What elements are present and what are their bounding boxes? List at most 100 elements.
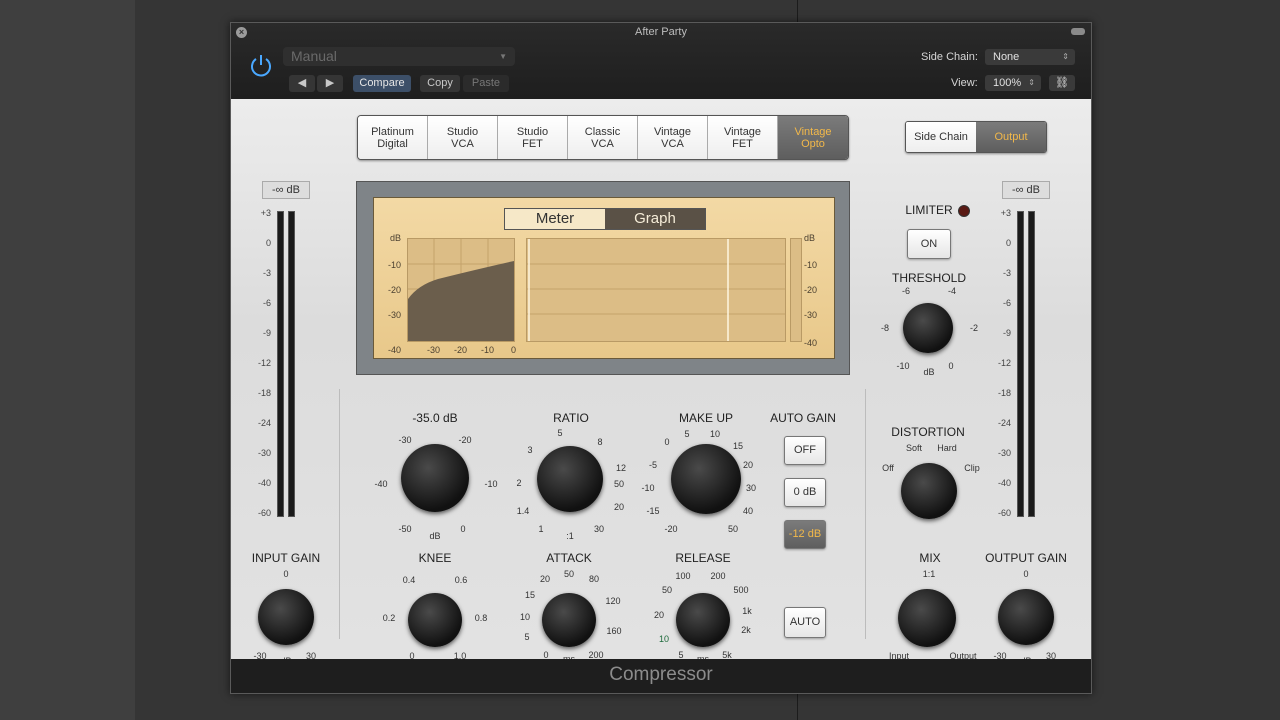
mode-label: Studio (516, 126, 549, 138)
compare-button[interactable]: Compare (353, 75, 411, 92)
output-meter-bar-right (1028, 211, 1035, 517)
gain-reduction-meter (790, 238, 802, 342)
side-chain-label: Side Chain: (921, 51, 978, 63)
copy-button[interactable]: Copy (420, 75, 460, 92)
side-chain-button[interactable]: Side Chain (906, 122, 976, 152)
axis-label: -40 (804, 338, 818, 348)
output-gain-knob[interactable] (998, 589, 1054, 645)
mode-studio-vca[interactable]: Studio VCA (428, 116, 498, 159)
output-gain-label: OUTPUT GAIN (985, 551, 1067, 565)
limiter-on-button[interactable]: ON (907, 229, 951, 259)
knob-tick: -15 (646, 506, 660, 516)
knob-tick: 0 (948, 361, 954, 371)
auto-release-button[interactable]: AUTO (784, 607, 826, 638)
mode-vintage-opto[interactable]: Vintage Opto (778, 116, 848, 159)
knob-tick: 8 (597, 437, 603, 447)
autogain-0db-button[interactable]: 0 dB (784, 478, 826, 507)
knob-tick: 1 (538, 524, 544, 534)
knob-tick: 10 (709, 429, 720, 439)
knob-tick: 100 (675, 571, 691, 581)
link-icon[interactable]: ⛓ (1049, 75, 1075, 91)
window-title: After Party (635, 26, 687, 38)
meter-scale-label: -9 (262, 328, 271, 338)
meter-scale-label: -12 (997, 358, 1011, 368)
attack-knob[interactable] (542, 593, 596, 647)
knob-tick: Hard (937, 443, 957, 453)
mode-platinum-digital[interactable]: Platinum Digital (358, 116, 428, 159)
mode-vintage-fet[interactable]: Vintage FET (708, 116, 778, 159)
axis-label: dB (390, 233, 402, 243)
limiter-led (958, 205, 970, 217)
stepper-icon: ⇕ (1062, 52, 1069, 61)
knob-tick: -20 (664, 524, 678, 534)
power-icon[interactable] (247, 51, 275, 79)
knob-tick: 500 (733, 585, 749, 595)
resize-icon[interactable] (1071, 28, 1085, 35)
mode-vintage-vca[interactable]: Vintage VCA (638, 116, 708, 159)
knob-tick: -40 (374, 479, 388, 489)
mix-knob[interactable] (898, 589, 956, 647)
axis-label: -20 (454, 345, 468, 355)
view-zoom-select[interactable]: 100% ⇕ (985, 75, 1041, 91)
knob-tick: 0.2 (382, 613, 396, 623)
meter-scale-label: -40 (997, 478, 1011, 488)
input-level-readout: -∞ dB (262, 181, 310, 199)
threshold-knob[interactable] (401, 444, 469, 512)
output-button[interactable]: Output (976, 122, 1046, 152)
preset-menu[interactable]: Manual ▼ (283, 47, 515, 66)
mode-label: FET (522, 138, 543, 150)
input-gain-knob[interactable] (258, 589, 314, 645)
meter-scale-label: -30 (257, 448, 271, 458)
paste-button[interactable]: Paste (463, 75, 509, 92)
knob-tick: Off (882, 463, 894, 473)
mode-label: VCA (451, 138, 474, 150)
side-chain-value: None (993, 51, 1020, 63)
knob-tick: 0.4 (402, 575, 416, 585)
limiter-threshold-label: THRESHOLD (891, 271, 966, 285)
knob-tick: 20 (653, 610, 664, 620)
knob-tick: dB (429, 531, 441, 541)
axis-label: -30 (388, 310, 402, 320)
knob-tick: 50 (613, 479, 624, 489)
meter-scale-label: -3 (1002, 268, 1011, 278)
side-chain-select[interactable]: None ⇕ (985, 49, 1075, 65)
knob-tick: 20 (613, 502, 624, 512)
input-meter-bar-left (277, 211, 284, 517)
preset-value: Manual (291, 48, 337, 64)
axis-label: -20 (388, 285, 402, 295)
meter-scale-label: -60 (997, 508, 1011, 518)
makeup-knob[interactable] (671, 444, 741, 514)
knob-tick: 50 (661, 585, 672, 595)
mode-label: Digital (377, 138, 408, 150)
knob-tick: 10 (658, 634, 669, 644)
ratio-knob[interactable] (537, 446, 603, 512)
limiter-threshold-knob[interactable] (903, 303, 953, 353)
meter-scale-label: -24 (257, 418, 271, 428)
knee-knob[interactable] (408, 593, 462, 647)
autogain-minus12db-button[interactable]: -12 dB (784, 520, 826, 549)
limiter-label: LIMITER (905, 203, 953, 217)
knob-tick: -2 (969, 323, 978, 333)
knob-tick: -5 (648, 460, 657, 470)
previous-preset-button[interactable]: ◀ (289, 75, 315, 92)
knob-tick: 0 (283, 569, 289, 579)
mode-classic-vca[interactable]: Classic VCA (568, 116, 638, 159)
attack-label: ATTACK (546, 551, 592, 565)
axis-label: -10 (804, 260, 818, 270)
knob-tick: -6 (901, 286, 910, 296)
mode-label: Classic (584, 126, 621, 138)
tab-graph[interactable]: Graph (605, 209, 705, 229)
mode-label: Platinum (371, 126, 414, 138)
next-preset-button[interactable]: ▶ (317, 75, 343, 92)
knob-tick: 20 (742, 460, 753, 470)
mode-label: VCA (591, 138, 614, 150)
knob-tick: 5 (557, 428, 563, 438)
mode-studio-fet[interactable]: Studio FET (498, 116, 568, 159)
tab-meter[interactable]: Meter (505, 209, 605, 229)
autogain-off-button[interactable]: OFF (784, 436, 826, 465)
distortion-knob[interactable] (901, 463, 957, 519)
release-knob[interactable] (676, 593, 730, 647)
knob-tick: 50 (727, 524, 738, 534)
desktop-left-panel (0, 0, 136, 720)
meter-scale-label: 0 (1005, 238, 1011, 248)
